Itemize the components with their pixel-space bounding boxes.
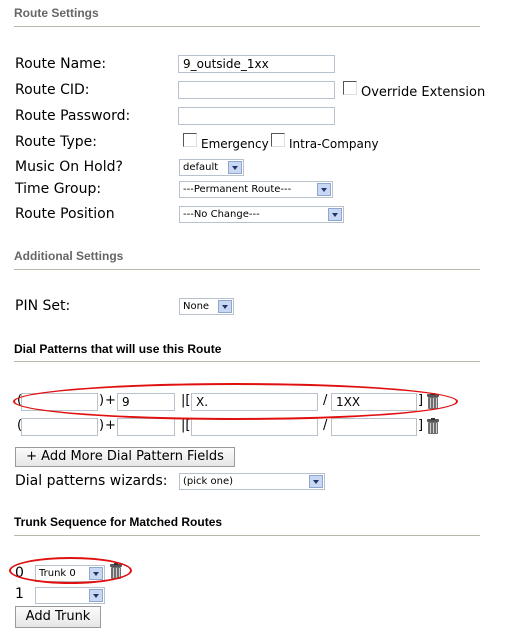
prefix-input[interactable] [117, 418, 175, 436]
dial-patterns-wizards-value: (pick one) [183, 476, 234, 487]
music-on-hold-value: default [183, 162, 219, 173]
plus-sign: + [105, 418, 116, 433]
trunk-sequence-heading: Trunk Sequence for Matched Routes [14, 515, 223, 529]
chevron-down-icon [317, 183, 331, 196]
pin-set-label: PIN Set: [15, 298, 71, 314]
match-pattern-input[interactable] [191, 418, 318, 436]
slash: / [323, 418, 328, 433]
chevron-down-icon [309, 475, 323, 488]
callerid-input[interactable] [331, 418, 417, 436]
dial-patterns-wizards-select[interactable]: (pick one) [179, 473, 325, 490]
chevron-down-icon [328, 208, 342, 221]
pin-set-select[interactable]: None [179, 298, 234, 315]
route-position-value: ---No Change--- [183, 209, 260, 220]
divider [14, 26, 480, 27]
route-name-input[interactable]: 9_outside_1xx [178, 55, 335, 73]
route-position-label: Route Position [15, 206, 115, 222]
route-settings-heading: Route Settings [14, 6, 99, 20]
route-name-label: Route Name: [15, 56, 107, 72]
pipe-bracket: |[ [181, 418, 191, 433]
time-group-select[interactable]: ---Permanent Route--- [179, 181, 333, 198]
chevron-down-icon [228, 161, 242, 174]
annotation-ellipse [13, 383, 458, 420]
route-cid-label: Route CID: [15, 82, 90, 98]
intra-company-label: Intra-Company [289, 137, 379, 151]
intra-company-checkbox[interactable] [271, 133, 285, 147]
additional-settings-heading: Additional Settings [14, 249, 124, 263]
pin-set-value: None [183, 301, 210, 312]
emergency-label: Emergency [201, 137, 269, 151]
route-position-select[interactable]: ---No Change--- [179, 206, 344, 223]
annotation-ellipse [9, 557, 132, 584]
time-group-label: Time Group: [15, 181, 102, 197]
trunk-index: 1 [15, 586, 24, 602]
override-extension-checkbox[interactable] [343, 81, 357, 95]
add-trunk-button[interactable]: Add Trunk [15, 606, 101, 628]
trash-icon[interactable] [426, 418, 440, 435]
time-group-value: ---Permanent Route--- [183, 184, 292, 195]
add-more-dial-pattern-button[interactable]: + Add More Dial Pattern Fields [15, 447, 235, 467]
divider [14, 361, 480, 362]
override-extension-label: Override Extension [361, 85, 486, 100]
divider [14, 535, 480, 536]
close-paren: ) [99, 418, 105, 433]
emergency-checkbox[interactable] [183, 133, 197, 147]
route-password-input[interactable] [178, 107, 335, 125]
divider [14, 269, 480, 270]
route-type-label: Route Type: [15, 134, 97, 150]
chevron-down-icon [218, 300, 232, 313]
dial-patterns-heading: Dial Patterns that will use this Route [14, 342, 222, 356]
close-bracket: ] [418, 418, 424, 433]
trunk-select[interactable] [35, 587, 105, 604]
route-password-label: Route Password: [15, 108, 131, 124]
prepend-input[interactable] [21, 418, 98, 436]
music-on-hold-label: Music On Hold? [15, 159, 123, 175]
route-cid-input[interactable] [178, 81, 335, 99]
chevron-down-icon [89, 589, 103, 602]
dial-patterns-wizards-label: Dial patterns wizards: [15, 473, 168, 489]
music-on-hold-select[interactable]: default [179, 159, 244, 176]
